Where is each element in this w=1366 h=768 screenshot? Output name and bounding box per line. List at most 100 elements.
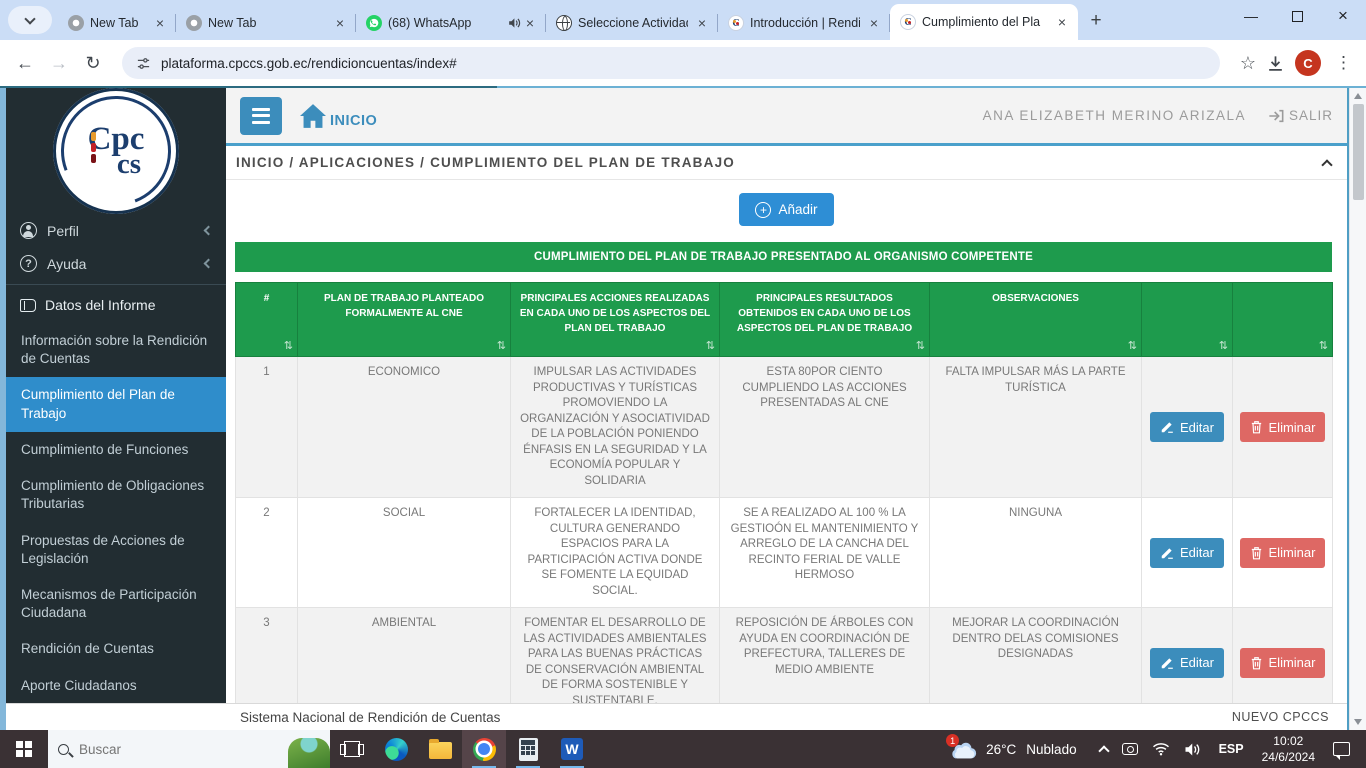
edge-button[interactable] [374,730,418,768]
browser-menu-icon[interactable]: ⋮ [1335,53,1352,73]
scroll-down-icon[interactable] [1354,719,1362,725]
tab-whatsapp[interactable]: (68) WhatsApp × [356,6,546,40]
wifi-icon[interactable] [1152,742,1170,756]
tab-close-icon[interactable]: × [332,15,348,31]
maximize-button[interactable] [1274,0,1320,32]
language-indicator[interactable]: ESP [1219,742,1244,756]
tab-label: New Tab [208,16,326,30]
weather-widget[interactable]: 1 26°CNublado [948,737,1076,761]
sidebar-section-datos-informe[interactable]: Datos del Informe [6,285,226,323]
sidebar-nav: Perfil ? Ayuda Datos del Informe [6,214,226,740]
clock-widget[interactable]: 10:02 24/6/2024 [1262,733,1315,765]
tab-close-icon[interactable]: × [1054,14,1070,30]
logout-icon [1268,109,1284,123]
forward-button[interactable]: → [44,48,74,78]
logo-figures-icon [91,132,96,163]
downloads-icon[interactable] [1266,54,1285,73]
scroll-up-icon[interactable] [1354,93,1362,99]
edit-button[interactable]: Editar [1150,538,1224,568]
logo-text-line2: cs [114,153,145,176]
globe-icon [556,15,572,31]
taskbar-search[interactable] [48,730,330,768]
sort-icon[interactable]: ⇅ [1319,338,1328,355]
logout-button[interactable]: SALIR [1268,108,1333,123]
weather-temp: 26°C [986,742,1016,757]
back-button[interactable]: ← [10,48,40,78]
sort-icon[interactable]: ⇅ [916,338,925,355]
task-view-button[interactable] [330,730,374,768]
column-header-resultados[interactable]: PRINCIPALES RESULTADOS OBTENIDOS EN CADA… [720,283,930,357]
tab-seleccione-actividad[interactable]: Seleccione Actividad × [546,6,718,40]
sort-icon[interactable]: ⇅ [1219,338,1228,355]
calculator-button[interactable] [506,730,550,768]
sidebar-item-propuestas-legislacion[interactable]: Propuestas de Acciones de Legislación [6,523,226,577]
chrome-button[interactable] [462,730,506,768]
tab-close-icon[interactable]: × [522,15,538,31]
sort-icon[interactable]: ⇅ [706,338,715,355]
column-header-plan[interactable]: PLAN DE TRABAJO PLANTEADO FORMALMENTE AL… [298,283,511,357]
home-label: INICIO [330,113,377,129]
search-input[interactable] [79,742,249,757]
volume-icon[interactable] [1184,742,1202,757]
file-explorer-button[interactable] [418,730,462,768]
edit-button[interactable]: Editar [1150,412,1224,442]
add-button[interactable]: + Añadir [739,193,833,226]
minimize-button[interactable]: — [1228,0,1274,32]
cell-acciones: FORTALECER LA IDENTIDAD, CULTURA GENERAN… [511,498,720,608]
new-tab-button[interactable]: + [1082,7,1110,35]
taskbar: W 1 26°CNublado ESP 10:02 24/6/2024 [0,730,1366,768]
sort-icon[interactable]: ⇅ [497,338,506,355]
sort-icon[interactable]: ⇅ [1128,338,1137,355]
sort-icon[interactable]: ⇅ [284,338,293,355]
tab-introduccion[interactable]: C Introducción | Rendic × [718,6,890,40]
profile-avatar[interactable]: C [1295,50,1321,76]
column-header-num[interactable]: #⇅ [236,283,298,357]
cell-resultados: REPOSICIÓN DE ÁRBOLES CON AYUDA EN COORD… [720,608,930,703]
screen-cast-icon[interactable] [1122,743,1138,755]
word-button[interactable]: W [550,730,594,768]
search-daily-image[interactable] [288,738,330,768]
column-header-eliminar[interactable]: ⇅ [1233,283,1333,357]
sidebar-item-informacion-rendicion[interactable]: Información sobre la Rendición de Cuenta… [6,323,226,377]
start-button[interactable] [0,730,48,768]
tab-close-icon[interactable]: × [152,15,168,31]
tab-cumplimiento-active[interactable]: C Cumplimiento del Pla × [890,4,1078,40]
site-settings-icon[interactable] [136,56,151,71]
edit-button[interactable]: Editar [1150,648,1224,678]
tray-chevron-up-icon[interactable] [1100,743,1108,755]
sidebar-item-obligaciones-tributarias[interactable]: Cumplimiento de Obligaciones Tributarias [6,468,226,522]
bookmark-star-icon[interactable]: ☆ [1240,53,1256,74]
delete-button[interactable]: Eliminar [1240,648,1326,678]
sidebar-item-cumplimiento-funciones[interactable]: Cumplimiento de Funciones [6,432,226,468]
chevron-left-icon [204,259,214,269]
tab-new-tab-2[interactable]: New Tab × [176,6,356,40]
scrollbar-thumb[interactable] [1353,104,1364,200]
sidebar-item-perfil[interactable]: Perfil [6,214,226,247]
tab-search-chip[interactable] [8,6,52,34]
delete-button[interactable]: Eliminar [1240,538,1326,568]
tab-audio-icon[interactable] [508,17,522,29]
delete-button[interactable]: Eliminar [1240,412,1326,442]
sidebar-item-mecanismos-participacion[interactable]: Mecanismos de Participación Ciudadana [6,577,226,631]
close-window-button[interactable]: × [1320,0,1366,32]
column-header-observaciones[interactable]: OBSERVACIONES⇅ [930,283,1142,357]
vertical-scrollbar[interactable] [1349,88,1366,730]
sidebar-item-cumplimiento-plan[interactable]: Cumplimiento del Plan de Trabajo [6,377,226,431]
address-bar[interactable]: plataforma.cpccs.gob.ec/rendicioncuentas… [122,47,1220,79]
sidebar-item-aporte-ciudadanos[interactable]: Aporte Ciudadanos [6,668,226,704]
collapse-chevron-icon[interactable] [1321,159,1332,170]
url-text[interactable]: plataforma.cpccs.gob.ec/rendicioncuentas… [161,56,457,71]
sidebar-item-rendicion-cuentas[interactable]: Rendición de Cuentas [6,631,226,667]
tab-close-icon[interactable]: × [694,15,710,31]
hamburger-menu-button[interactable] [240,97,282,135]
book-icon [20,299,36,312]
tab-close-icon[interactable]: × [866,15,882,31]
home-link[interactable]: INICIO [298,103,377,129]
sidebar-item-ayuda[interactable]: ? Ayuda [6,247,226,280]
action-center-icon[interactable] [1333,742,1350,756]
column-header-editar[interactable]: ⇅ [1142,283,1233,357]
reload-button[interactable]: ↻ [78,48,108,78]
column-header-acciones[interactable]: PRINCIPALES ACCIONES REALIZADAS EN CADA … [511,283,720,357]
tab-new-tab-1[interactable]: New Tab × [58,6,176,40]
cell-resultados: SE A REALIZADO AL 100 % LA GESTIOÓN EL M… [720,498,930,608]
